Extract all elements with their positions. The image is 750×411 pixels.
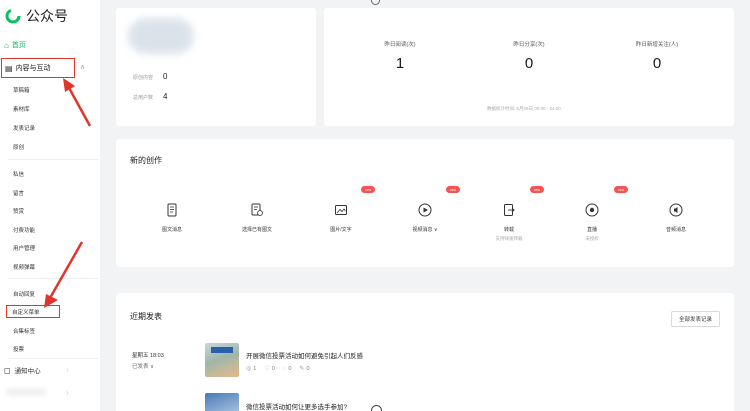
- section-title: 近期发表: [130, 312, 162, 321]
- new-creation-card: 新的创作 new new new new 图文消息 选择已有图文 图片/文字 视…: [116, 139, 734, 267]
- sidebar-subitem-vote[interactable]: 投票: [13, 345, 24, 353]
- sidebar-subitem-auto-reply[interactable]: 自动回复: [13, 290, 35, 298]
- metric-likes: ♡ 0: [264, 365, 275, 373]
- sidebar-item-notifications[interactable]: ◻ 通知中心: [4, 365, 41, 376]
- wechat-logo-icon: [4, 7, 22, 25]
- sidebar-item-label: 内容与互动: [15, 65, 51, 72]
- account-profile-card: 原创内容 0 总用户数 4: [116, 8, 316, 126]
- all-posts-button[interactable]: 全部发表记录: [670, 311, 720, 327]
- stat-reads[interactable]: 昨日阅读(次) 1: [350, 40, 450, 72]
- new-badge: new: [446, 186, 460, 193]
- new-badge: new: [614, 186, 628, 193]
- blurred-item: [6, 388, 46, 396]
- thumbnail-tag: [211, 347, 233, 353]
- post-status-dropdown[interactable]: 已发表 ∨: [132, 362, 154, 370]
- sidebar-item-label: 自定义菜单: [12, 309, 40, 316]
- chevron-right-icon[interactable]: ›: [66, 365, 69, 374]
- divider: [8, 159, 98, 160]
- repost-icon: [502, 203, 516, 217]
- sidebar-item-home[interactable]: ⌂ 首页: [4, 40, 26, 50]
- live-icon: [585, 203, 599, 217]
- profile-stat-users: 总用户数 4: [133, 92, 168, 101]
- sidebar-subitem-messages[interactable]: 私信: [13, 170, 24, 178]
- profile-stat-original: 原创内容 0: [133, 72, 168, 81]
- post-metrics: ◎ 1 ♡ 0 ◌ 0 ✎ 0: [246, 365, 318, 373]
- thumbs-up-icon: ♡: [264, 366, 270, 372]
- repost-button[interactable]: 转载 支持快速转载: [479, 203, 539, 242]
- post-title[interactable]: 开展微信投票活动如何避免引起人们反感: [246, 350, 363, 360]
- avatar: [128, 18, 194, 54]
- metric-comments: ✎ 0: [299, 365, 310, 373]
- doc-select-icon: [250, 203, 264, 217]
- post-thumbnail[interactable]: [205, 343, 239, 377]
- bell-icon: ◻: [4, 365, 11, 375]
- post-thumbnail[interactable]: [205, 393, 239, 411]
- sidebar-subitem-comments[interactable]: 留言: [13, 189, 24, 197]
- pencil-icon: ✎: [299, 366, 305, 372]
- yesterday-stats-card: 昨日阅读(次) 1 昨日分享(次) 0 昨日新增关注(人) 0 数据统计时间: …: [324, 8, 734, 126]
- live-button[interactable]: 直播 未授权: [562, 203, 622, 242]
- sidebar-item-content-interaction[interactable]: ▤ 内容与互动: [1, 58, 75, 78]
- sidebar-item-label: 通知中心: [14, 368, 41, 375]
- sidebar-subitem-user-management[interactable]: 用户管理: [13, 244, 35, 252]
- sidebar-subitem-collection-tags[interactable]: 合集标签: [13, 327, 35, 335]
- sidebar-subitem-original[interactable]: 原创: [13, 143, 24, 151]
- sidebar-subitem-drafts[interactable]: 草稿箱: [13, 86, 30, 94]
- section-title: 新的创作: [130, 156, 162, 165]
- chevron-right-icon[interactable]: ›: [66, 388, 69, 397]
- stat-new-followers[interactable]: 昨日新增关注(人) 0: [607, 40, 707, 72]
- cursor-indicator: [371, 405, 382, 411]
- brand-logo[interactable]: 公众号: [4, 6, 68, 26]
- sidebar-item-label: 首页: [11, 42, 26, 49]
- create-image-text-button[interactable]: 图片/文字: [311, 203, 371, 233]
- image-icon: [334, 203, 348, 217]
- sidebar-subitem-video-danmaku[interactable]: 视频弹幕: [13, 263, 35, 271]
- sidebar-subitem-appreciation[interactable]: 赞赏: [13, 207, 24, 215]
- create-article-button[interactable]: 图文消息: [142, 203, 202, 233]
- sidebar-subitem-materials[interactable]: 素材库: [13, 105, 30, 113]
- chevron-up-icon[interactable]: ∧: [80, 63, 85, 71]
- divider: [8, 278, 98, 279]
- new-badge: new: [530, 186, 544, 193]
- sidebar-subitem-paid-features[interactable]: 付费功能: [13, 226, 35, 234]
- post-title[interactable]: 微信投票活动如何让更多选手参加?: [246, 401, 347, 411]
- audio-icon: [669, 203, 683, 217]
- select-existing-article-button[interactable]: 选择已有图文: [227, 203, 287, 233]
- brand-name: 公众号: [26, 8, 68, 24]
- divider: [8, 358, 98, 359]
- doc-icon: [165, 203, 179, 217]
- home-icon: ⌂: [4, 40, 9, 50]
- document-icon: ▤: [5, 63, 13, 73]
- create-audio-button[interactable]: 音频消息: [646, 203, 706, 233]
- post-date: 星期五 18:03: [132, 353, 164, 359]
- recent-posts-card: 近期发表 全部发表记录 星期五 18:03 已发表 ∨ 开展微信投票活动如何避免…: [116, 293, 734, 411]
- sidebar: 公众号 ⌂ 首页 ▤ 内容与互动 ∧ 草稿箱 素材库 发表记录 原创 私信 留言…: [0, 0, 100, 411]
- sidebar-subitem-publish-records[interactable]: 发表记录: [13, 124, 35, 132]
- stats-time-note: 数据统计时间: 5月26日 00:00 - 24:00: [487, 106, 561, 111]
- metric-reads: ◎ 1: [246, 365, 257, 373]
- sidebar-subitem-custom-menu[interactable]: 自定义菜单: [6, 305, 60, 318]
- wow-icon: ◌: [282, 365, 287, 372]
- stat-shares[interactable]: 昨日分享(次) 0: [479, 40, 579, 72]
- new-badge: new: [361, 186, 375, 193]
- cursor-indicator: [371, 0, 380, 5]
- eye-icon: ◎: [246, 366, 252, 372]
- metric-views: ◌ 0: [282, 365, 292, 372]
- create-video-button[interactable]: 视频消息 ∨: [395, 203, 455, 233]
- play-icon: [418, 203, 432, 217]
